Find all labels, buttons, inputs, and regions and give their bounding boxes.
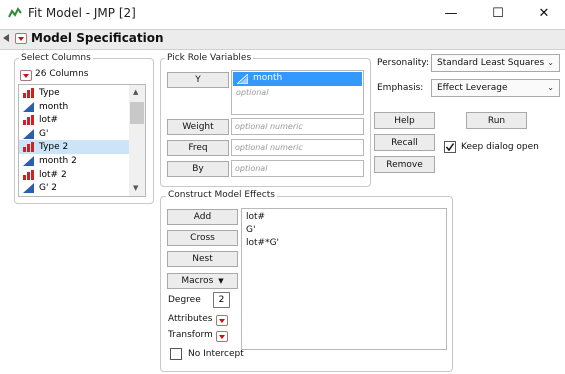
personality-label: Personality: bbox=[377, 58, 429, 68]
degree-label: Degree bbox=[168, 295, 201, 305]
attributes-menu-icon[interactable] bbox=[216, 315, 228, 326]
transform-label: Transform bbox=[168, 330, 213, 340]
red-triangle-menu-icon[interactable] bbox=[15, 33, 27, 44]
continuous-icon bbox=[237, 74, 248, 84]
effect-item[interactable]: G' bbox=[246, 225, 255, 235]
macros-label: Macros bbox=[181, 276, 214, 286]
column-name: G' 2 bbox=[39, 183, 58, 194]
jmp-app-icon bbox=[8, 7, 22, 18]
select-columns-legend: Select Columns bbox=[19, 53, 93, 63]
column-list-item[interactable]: lot# 2 bbox=[19, 168, 129, 182]
nominal-icon bbox=[23, 115, 34, 126]
close-button[interactable]: ✕ bbox=[521, 0, 565, 27]
add-button[interactable]: Add bbox=[167, 209, 238, 225]
emphasis-value: Effect Leverage bbox=[437, 83, 508, 93]
freq-role-button[interactable]: Freq bbox=[167, 140, 229, 156]
continuous-icon bbox=[23, 156, 34, 166]
scroll-up-icon[interactable]: ▲ bbox=[133, 88, 138, 96]
model-effects-list[interactable]: lot# G' lot#*G' bbox=[241, 208, 447, 350]
keep-open-checkbox[interactable] bbox=[444, 141, 456, 153]
emphasis-select[interactable]: Effect Leverage ⌄ bbox=[431, 79, 560, 97]
y-role-selected-item[interactable]: month bbox=[233, 72, 362, 86]
personality-value: Standard Least Squares bbox=[437, 58, 545, 68]
column-list-item[interactable]: G' bbox=[19, 127, 129, 141]
column-list-item[interactable]: month bbox=[19, 100, 129, 114]
column-list-item[interactable]: Type 2 bbox=[19, 140, 129, 155]
chevron-down-icon: ⌄ bbox=[547, 58, 554, 67]
by-role-button[interactable]: By bbox=[167, 161, 229, 177]
weight-role-field[interactable]: optional numeric bbox=[231, 118, 364, 135]
column-list-item[interactable]: G' 2 bbox=[19, 181, 129, 195]
checkmark-icon bbox=[445, 143, 455, 152]
continuous-icon bbox=[23, 183, 34, 194]
columns-menu-icon[interactable] bbox=[20, 70, 32, 81]
cross-button[interactable]: Cross bbox=[167, 230, 238, 246]
nominal-icon bbox=[23, 88, 34, 98]
column-name: lot# 2 bbox=[39, 169, 67, 180]
column-list-item[interactable]: lot# bbox=[19, 113, 129, 127]
no-intercept-label: No Intercept bbox=[188, 349, 244, 359]
column-list-item[interactable]: month 2 bbox=[19, 154, 129, 168]
help-button[interactable]: Help bbox=[374, 112, 435, 129]
freq-role-field[interactable]: optional numeric bbox=[231, 139, 364, 156]
column-list-scrollbar[interactable]: ▲ ▼ bbox=[129, 85, 145, 196]
chevron-down-icon: ⌄ bbox=[547, 83, 554, 92]
column-name: month bbox=[39, 101, 69, 112]
y-role-button[interactable]: Y bbox=[167, 72, 229, 88]
column-name: lot# bbox=[39, 115, 59, 126]
column-name: Type bbox=[39, 88, 60, 98]
emphasis-label: Emphasis: bbox=[377, 83, 424, 93]
remove-button[interactable]: Remove bbox=[374, 156, 435, 173]
degree-input[interactable]: 2 bbox=[213, 292, 230, 308]
keep-open-label: Keep dialog open bbox=[461, 142, 539, 152]
column-name: month 2 bbox=[39, 156, 77, 166]
maximize-button[interactable]: ☐ bbox=[475, 0, 521, 27]
minimize-button[interactable]: — bbox=[428, 0, 474, 27]
effect-item[interactable]: lot# bbox=[246, 212, 265, 222]
collapse-triangle-icon[interactable] bbox=[3, 34, 9, 42]
outline-title: Model Specification bbox=[31, 31, 164, 45]
attributes-label: Attributes bbox=[168, 314, 213, 324]
y-role-list[interactable]: month optional bbox=[231, 70, 364, 115]
column-name: G' bbox=[39, 128, 49, 139]
column-list-item[interactable]: Type bbox=[19, 86, 129, 100]
construct-effects-legend: Construct Model Effects bbox=[166, 190, 277, 200]
column-count: 26 Columns bbox=[35, 69, 89, 79]
transform-menu-icon[interactable] bbox=[216, 331, 228, 342]
column-list[interactable]: Type month lot# G' Type 2 month 2 lot# 2 G' 2 ▲… bbox=[18, 84, 146, 197]
run-button[interactable]: Run bbox=[466, 112, 527, 129]
dropdown-arrow-icon: ▼ bbox=[218, 277, 224, 285]
y-role-optional: optional bbox=[236, 88, 269, 97]
no-intercept-checkbox[interactable] bbox=[170, 348, 182, 360]
effect-item[interactable]: lot#*G' bbox=[246, 238, 279, 248]
macros-button[interactable]: Macros ▼ bbox=[167, 273, 238, 289]
y-role-value: month bbox=[253, 73, 283, 83]
weight-role-button[interactable]: Weight bbox=[167, 119, 229, 135]
nominal-icon bbox=[23, 142, 34, 153]
scroll-down-icon[interactable]: ▼ bbox=[133, 184, 138, 192]
nest-button[interactable]: Nest bbox=[167, 251, 238, 267]
pick-role-legend: Pick Role Variables bbox=[165, 53, 254, 63]
recall-button[interactable]: Recall bbox=[374, 134, 435, 151]
scroll-thumb[interactable] bbox=[130, 102, 144, 124]
by-role-field[interactable]: optional bbox=[231, 160, 364, 177]
personality-select[interactable]: Standard Least Squares ⌄ bbox=[431, 54, 560, 72]
window-title: Fit Model - JMP [2] bbox=[28, 6, 136, 20]
column-name: Type 2 bbox=[39, 142, 69, 153]
continuous-icon bbox=[23, 128, 34, 139]
continuous-icon bbox=[23, 101, 34, 112]
nominal-icon bbox=[23, 169, 34, 180]
